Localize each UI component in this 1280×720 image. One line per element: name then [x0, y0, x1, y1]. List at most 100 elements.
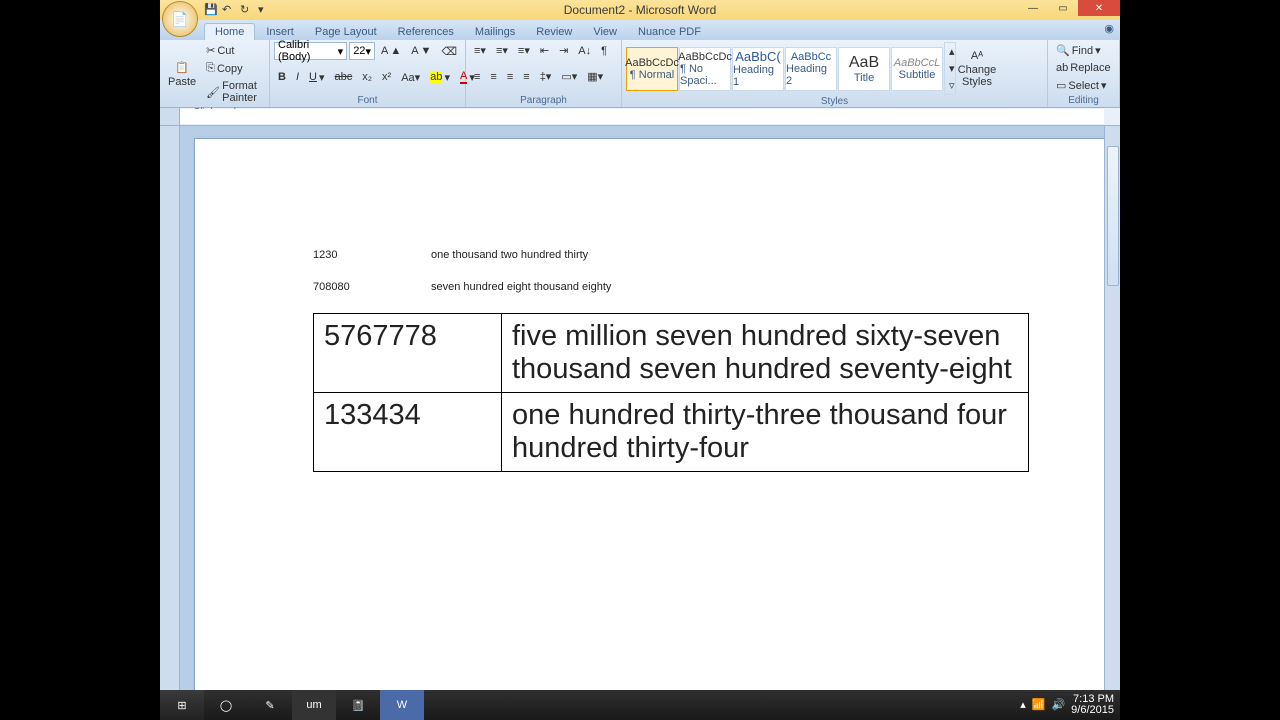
style-heading2[interactable]: AaBbCcHeading 2 — [785, 47, 837, 91]
paste-icon: 📋 — [175, 61, 189, 74]
table-cell[interactable]: 5767778 — [314, 314, 502, 393]
style-no-spacing[interactable]: AaBbCcDc¶ No Spaci... — [679, 47, 731, 91]
copy-button[interactable]: ⎘Copy — [202, 60, 265, 77]
vertical-ruler[interactable] — [160, 126, 180, 702]
taskbar-app3[interactable]: 📓 — [336, 690, 380, 720]
find-icon: 🔍 — [1056, 44, 1070, 57]
redo-icon[interactable]: ↻ — [240, 3, 254, 17]
style-normal[interactable]: AaBbCcDc¶ Normal — [626, 47, 678, 91]
format-painter-button[interactable]: 🖌Format Painter — [202, 78, 265, 106]
align-left-button[interactable]: ≡ — [470, 69, 484, 85]
table-cell[interactable]: five million seven hundred sixty-seven t… — [502, 314, 1029, 393]
table-row: 133434 one hundred thirty-three thousand… — [314, 393, 1029, 472]
font-name-select[interactable]: Calibri (Body)▾ — [274, 42, 347, 60]
dec-indent-button[interactable]: ⇤ — [536, 42, 553, 59]
tray-sound-icon[interactable]: 🔊 — [1051, 700, 1065, 711]
tab-view[interactable]: View — [583, 24, 627, 40]
style-title[interactable]: AaBTitle — [838, 47, 890, 91]
maximize-button[interactable]: ▭ — [1048, 0, 1078, 16]
clear-format-button[interactable]: ⌫ — [437, 43, 461, 60]
tab-insert[interactable]: Insert — [256, 24, 304, 40]
taskbar-word[interactable]: W — [380, 690, 424, 720]
styles-row-down[interactable]: ▾ — [945, 60, 955, 77]
sort-button[interactable]: A↓ — [574, 43, 595, 59]
styles-more[interactable]: ▿ — [945, 77, 955, 94]
save-icon[interactable]: 💾 — [204, 3, 218, 17]
group-label: Font — [274, 94, 461, 107]
group-editing: 🔍Find▾ abReplace ▭Select▾ Editing — [1048, 40, 1120, 107]
replace-icon: ab — [1056, 62, 1068, 74]
align-center-button[interactable]: ≡ — [486, 69, 500, 85]
text-line: 708080 seven hundred eight thousand eigh… — [313, 281, 987, 293]
scroll-thumb[interactable] — [1107, 146, 1119, 286]
font-size-select[interactable]: 22▾ — [349, 42, 375, 60]
subscript-button[interactable]: x₂ — [358, 69, 376, 85]
minimize-button[interactable]: — — [1018, 0, 1048, 16]
system-tray[interactable]: ▴ 📶 🔊 7:13 PM9/6/2015 — [1020, 694, 1114, 716]
group-clipboard: 📋Paste ✂Cut ⎘Copy 🖌Format Painter Clipbo… — [160, 40, 270, 107]
select-button[interactable]: ▭Select▾ — [1052, 77, 1115, 94]
shading-button[interactable]: ▭▾ — [557, 68, 581, 85]
align-right-button[interactable]: ≡ — [503, 69, 517, 85]
select-icon: ▭ — [1056, 79, 1066, 92]
office-button[interactable]: 📄 — [162, 1, 198, 37]
tray-date: 9/6/2015 — [1071, 705, 1114, 716]
line-spacing-button[interactable]: ‡▾ — [536, 68, 556, 85]
find-button[interactable]: 🔍Find▾ — [1052, 42, 1115, 59]
cut-button[interactable]: ✂Cut — [202, 42, 265, 59]
qat-more-icon[interactable]: ▾ — [258, 3, 272, 17]
chevron-down-icon: ▾ — [365, 45, 371, 58]
style-heading1[interactable]: AaBbC(Heading 1 — [732, 47, 784, 91]
tab-home[interactable]: Home — [204, 23, 255, 40]
tab-mailings[interactable]: Mailings — [465, 24, 525, 40]
help-icon[interactable]: ◉ — [1104, 22, 1114, 35]
shrink-font-button[interactable]: A▼ — [407, 43, 435, 59]
strike-button[interactable]: abc — [331, 69, 357, 85]
table-cell[interactable]: 133434 — [314, 393, 502, 472]
style-subtitle[interactable]: AaBbCcLSubtitle — [891, 47, 943, 91]
document-area: 1230 one thousand two hundred thirty 708… — [160, 126, 1120, 702]
show-marks-button[interactable]: ¶ — [597, 43, 611, 59]
justify-button[interactable]: ≡ — [519, 69, 533, 85]
tab-page-layout[interactable]: Page Layout — [305, 24, 387, 40]
document-page[interactable]: 1230 one thousand two hundred thirty 708… — [194, 138, 1104, 702]
ribbon: 📋Paste ✂Cut ⎘Copy 🖌Format Painter Clipbo… — [160, 40, 1120, 108]
italic-button[interactable]: I — [292, 69, 303, 85]
table-cell[interactable]: one hundred thirty-three thousand four h… — [502, 393, 1029, 472]
document-table: 5767778 five million seven hundred sixty… — [313, 313, 1029, 472]
borders-button[interactable]: ▦▾ — [583, 68, 607, 85]
document-content[interactable]: 1230 one thousand two hundred thirty 708… — [195, 139, 1104, 472]
tray-up-icon[interactable]: ▴ — [1020, 700, 1026, 711]
tab-review[interactable]: Review — [526, 24, 582, 40]
horizontal-ruler[interactable] — [180, 109, 1104, 124]
tab-references[interactable]: References — [388, 24, 464, 40]
vertical-scrollbar[interactable] — [1104, 126, 1120, 702]
close-button[interactable]: ✕ — [1078, 0, 1120, 16]
underline-button[interactable]: U▾ — [305, 69, 328, 86]
grow-font-button[interactable]: A▲ — [377, 43, 405, 59]
window-title: Document2 - Microsoft Word — [564, 3, 717, 17]
bullets-button[interactable]: ≡▾ — [470, 42, 490, 59]
tab-nuance-pdf[interactable]: Nuance PDF — [628, 24, 711, 40]
cut-icon: ✂ — [206, 44, 215, 57]
styles-row-up[interactable]: ▴ — [945, 43, 955, 60]
taskbar-app1[interactable]: ✎ — [248, 690, 292, 720]
numbering-button[interactable]: ≡▾ — [492, 42, 512, 59]
highlight-button[interactable]: ab▾ — [426, 69, 454, 86]
multilevel-button[interactable]: ≡▾ — [514, 42, 534, 59]
taskbar-chrome[interactable]: ◯ — [204, 690, 248, 720]
chevron-down-icon: ▾ — [1101, 79, 1107, 92]
replace-button[interactable]: abReplace — [1052, 60, 1115, 76]
tray-network-icon[interactable]: 📶 — [1032, 700, 1046, 711]
change-case-button[interactable]: Aa▾ — [397, 69, 424, 86]
undo-icon[interactable]: ↶ — [222, 3, 236, 17]
paste-button[interactable]: 📋Paste — [164, 50, 200, 98]
start-button[interactable]: ⊞ — [160, 690, 204, 720]
group-label: Paragraph — [470, 94, 617, 107]
inc-indent-button[interactable]: ⇥ — [555, 42, 572, 59]
taskbar-app2[interactable]: um — [292, 690, 336, 720]
superscript-button[interactable]: x² — [378, 69, 395, 85]
change-styles-button[interactable]: AᴬChange Styles — [957, 45, 997, 93]
bold-button[interactable]: B — [274, 69, 290, 85]
group-label: Editing — [1052, 94, 1115, 107]
